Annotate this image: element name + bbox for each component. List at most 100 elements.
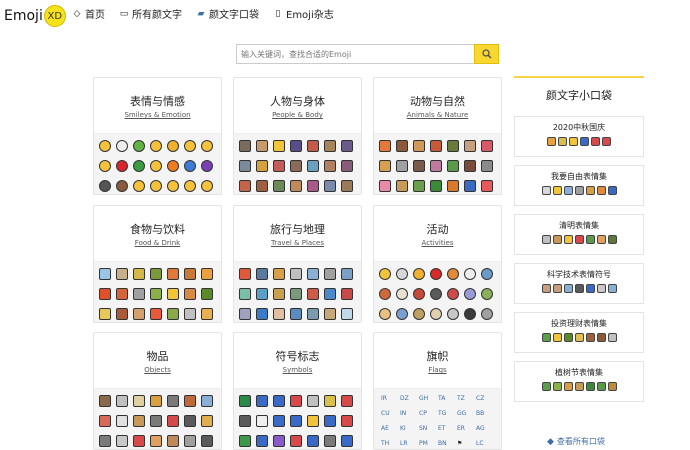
- category-subtitle[interactable]: People & Body: [234, 111, 361, 119]
- emoji-icon[interactable]: [341, 288, 353, 300]
- emoji-icon[interactable]: [184, 140, 196, 152]
- emoji-icon[interactable]: [99, 180, 111, 192]
- emoji-icon[interactable]: [379, 308, 391, 320]
- flag-code[interactable]: KI: [400, 425, 414, 434]
- emoji-icon[interactable]: [133, 180, 145, 192]
- flag-code[interactable]: GH: [419, 395, 433, 404]
- flag-code[interactable]: AG: [476, 425, 490, 434]
- emoji-icon[interactable]: [324, 140, 336, 152]
- emoji-icon[interactable]: [307, 308, 319, 320]
- category-subtitle[interactable]: Travel & Places: [234, 239, 361, 247]
- flag-code[interactable]: TG: [438, 410, 452, 419]
- emoji-icon[interactable]: [379, 288, 391, 300]
- emoji-icon[interactable]: [116, 415, 128, 427]
- emoji-icon[interactable]: [239, 308, 251, 320]
- emoji-icon[interactable]: [133, 140, 145, 152]
- emoji-icon[interactable]: [133, 268, 145, 280]
- emoji-icon[interactable]: [307, 140, 319, 152]
- emoji-icon[interactable]: [396, 288, 408, 300]
- emoji-icon[interactable]: [184, 180, 196, 192]
- emoji-icon[interactable]: [116, 180, 128, 192]
- flag-code[interactable]: ET: [438, 425, 452, 434]
- emoji-icon[interactable]: [116, 288, 128, 300]
- emoji-icon[interactable]: [324, 308, 336, 320]
- emoji-icon[interactable]: [201, 308, 213, 320]
- flag-code[interactable]: GG: [457, 410, 471, 419]
- flag-code[interactable]: ER: [457, 425, 471, 434]
- search-input[interactable]: [236, 44, 474, 64]
- emoji-icon[interactable]: [273, 180, 285, 192]
- flag-code[interactable]: PM: [419, 440, 433, 449]
- emoji-icon[interactable]: [273, 160, 285, 172]
- category-subtitle[interactable]: Symbols: [234, 366, 361, 374]
- emoji-icon[interactable]: [464, 180, 476, 192]
- flag-code[interactable]: DZ: [400, 395, 414, 404]
- emoji-icon[interactable]: [133, 395, 145, 407]
- pack-card[interactable]: 2020中秋国庆: [514, 116, 644, 157]
- emoji-icon[interactable]: [256, 288, 268, 300]
- emoji-icon[interactable]: [464, 140, 476, 152]
- emoji-icon[interactable]: [307, 415, 319, 427]
- emoji-icon[interactable]: [256, 435, 268, 447]
- emoji-icon[interactable]: [273, 395, 285, 407]
- emoji-icon[interactable]: [447, 268, 459, 280]
- emoji-icon[interactable]: [167, 415, 179, 427]
- emoji-icon[interactable]: [116, 140, 128, 152]
- emoji-icon[interactable]: [290, 140, 302, 152]
- nav-kaomoji-pocket[interactable]: ▰ 颜文字口袋: [196, 6, 259, 22]
- emoji-icon[interactable]: [379, 160, 391, 172]
- emoji-icon[interactable]: [239, 140, 251, 152]
- emoji-icon[interactable]: [447, 308, 459, 320]
- pack-card[interactable]: 我要自由表情集: [514, 165, 644, 206]
- emoji-icon[interactable]: [116, 435, 128, 447]
- emoji-icon[interactable]: [133, 288, 145, 300]
- emoji-icon[interactable]: [99, 435, 111, 447]
- emoji-icon[interactable]: [201, 160, 213, 172]
- nav-all-kaomoji[interactable]: ▭ 所有颜文字: [119, 6, 182, 22]
- flag-code[interactable]: TH: [381, 440, 395, 449]
- emoji-icon[interactable]: [324, 268, 336, 280]
- emoji-icon[interactable]: [99, 288, 111, 300]
- emoji-icon[interactable]: [150, 180, 162, 192]
- emoji-icon[interactable]: [307, 395, 319, 407]
- emoji-icon[interactable]: [290, 308, 302, 320]
- emoji-icon[interactable]: [481, 180, 493, 192]
- emoji-icon[interactable]: [273, 268, 285, 280]
- category-people[interactable]: 人物与身体 People & Body: [233, 77, 362, 195]
- category-animals[interactable]: 动物与自然 Animals & Nature: [373, 77, 502, 195]
- emoji-icon[interactable]: [184, 288, 196, 300]
- category-travel[interactable]: 旅行与地理 Travel & Places: [233, 205, 362, 323]
- emoji-icon[interactable]: [201, 268, 213, 280]
- emoji-icon[interactable]: [396, 308, 408, 320]
- flag-code[interactable]: IR: [381, 395, 395, 404]
- emoji-icon[interactable]: [273, 308, 285, 320]
- emoji-icon[interactable]: [464, 268, 476, 280]
- category-subtitle[interactable]: Animals & Nature: [374, 111, 501, 119]
- emoji-icon[interactable]: [396, 140, 408, 152]
- emoji-icon[interactable]: [201, 140, 213, 152]
- emoji-icon[interactable]: [430, 140, 442, 152]
- search-button[interactable]: [474, 44, 499, 64]
- flag-code[interactable]: LC: [476, 440, 490, 449]
- category-subtitle[interactable]: Flags: [374, 366, 501, 374]
- emoji-icon[interactable]: [341, 415, 353, 427]
- emoji-icon[interactable]: [116, 268, 128, 280]
- emoji-icon[interactable]: [273, 415, 285, 427]
- emoji-icon[interactable]: [167, 140, 179, 152]
- emoji-icon[interactable]: [481, 140, 493, 152]
- emoji-icon[interactable]: [239, 435, 251, 447]
- emoji-icon[interactable]: [290, 395, 302, 407]
- emoji-icon[interactable]: [133, 160, 145, 172]
- emoji-icon[interactable]: [256, 415, 268, 427]
- flag-code[interactable]: AE: [381, 425, 395, 434]
- emoji-icon[interactable]: [239, 415, 251, 427]
- emoji-icon[interactable]: [201, 415, 213, 427]
- category-subtitle[interactable]: Objects: [94, 366, 221, 374]
- emoji-icon[interactable]: [273, 435, 285, 447]
- emoji-icon[interactable]: [481, 308, 493, 320]
- emoji-icon[interactable]: [184, 395, 196, 407]
- emoji-icon[interactable]: [239, 268, 251, 280]
- emoji-icon[interactable]: [150, 288, 162, 300]
- emoji-icon[interactable]: [324, 288, 336, 300]
- emoji-icon[interactable]: [150, 308, 162, 320]
